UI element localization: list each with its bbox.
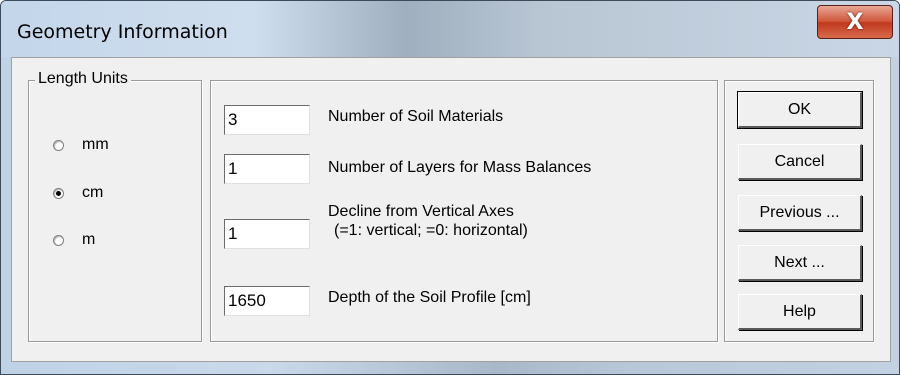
radio-label-mm: mm — [82, 136, 109, 153]
radio-option-cm[interactable]: cm — [53, 184, 103, 202]
vertical-decline-input[interactable]: 1 — [224, 219, 310, 249]
radio-button-icon[interactable] — [53, 139, 64, 151]
cancel-button[interactable]: Cancel — [738, 144, 862, 180]
window-title: Geometry Information — [17, 21, 228, 43]
vertical-decline-hint: (=1: vertical; =0: horizontal) — [334, 222, 528, 239]
mass-balance-layers-label: Number of Layers for Mass Balances — [328, 159, 592, 176]
title-bar[interactable]: Geometry Information X — [1, 1, 899, 57]
soil-materials-input[interactable]: 3 — [224, 105, 310, 135]
dialog-client-area: Length Units mm cm m 3 Number of Soil Ma… — [11, 57, 891, 362]
radio-label-m: m — [82, 231, 96, 248]
previous-button[interactable]: Previous ... — [738, 195, 862, 231]
vertical-decline-label: Decline from Vertical Axes — [328, 203, 514, 220]
soil-profile-depth-input[interactable]: 1650 — [224, 286, 310, 316]
radio-option-m[interactable]: m — [53, 231, 95, 249]
length-units-label: Length Units — [35, 70, 131, 88]
radio-option-mm[interactable]: mm — [53, 136, 109, 154]
next-button[interactable]: Next ... — [738, 245, 862, 281]
soil-profile-depth-label: Depth of the Soil Profile [cm] — [328, 289, 531, 306]
radio-button-icon[interactable] — [53, 234, 64, 246]
soil-materials-label: Number of Soil Materials — [328, 108, 504, 125]
close-button[interactable]: X — [817, 5, 893, 39]
radio-label-cm: cm — [82, 184, 104, 201]
radio-button-icon[interactable] — [53, 187, 64, 199]
help-button[interactable]: Help — [738, 294, 862, 330]
mass-balance-layers-input[interactable]: 1 — [224, 154, 310, 184]
length-units-group: Length Units mm cm m — [28, 70, 202, 342]
ok-button[interactable]: OK — [737, 91, 863, 129]
dialog-window: Geometry Information X Length Units mm c… — [0, 0, 900, 375]
close-icon: X — [846, 9, 864, 35]
